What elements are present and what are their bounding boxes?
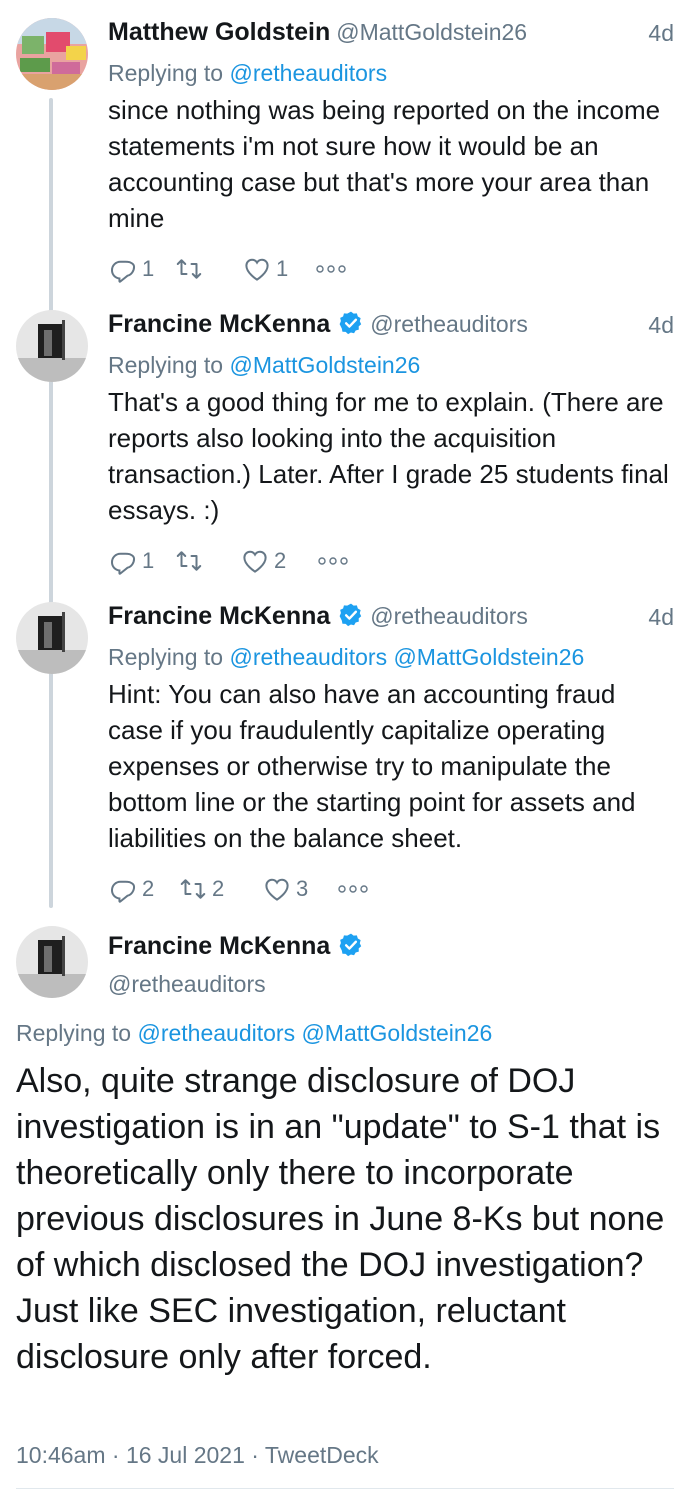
verified-badge-icon [339, 311, 362, 335]
tweet-actions: 1 1 [108, 254, 674, 288]
author-name[interactable]: Francine McKenna [108, 310, 330, 338]
retweet-icon [176, 259, 202, 279]
tweet-text: Also, quite strange disclosure of DOJ in… [16, 1062, 665, 1376]
mention-link[interactable]: @retheauditors [229, 60, 387, 86]
tweet-timestamp[interactable]: 10:46am · 16 Jul 2021 · TweetDeck [16, 1442, 379, 1469]
reply-tweet[interactable]: Francine McKenna @retheauditors 4d Replyi… [0, 602, 688, 912]
reply-count: 1 [142, 256, 155, 281]
tweet-text: Hint: You can also have an accounting fr… [108, 679, 636, 853]
reply-count: 1 [142, 548, 155, 573]
retweet-button[interactable] [174, 546, 208, 576]
tweet-time[interactable]: 4d [648, 604, 674, 631]
more-icon [338, 885, 368, 893]
tweet-text: since nothing was being reported on the … [108, 95, 661, 233]
verified-badge-icon [339, 603, 362, 627]
more-button[interactable] [336, 882, 370, 896]
tweet-text: That's a good thing for me to explain. (… [108, 387, 669, 525]
replying-to: Replying to @retheauditors @MattGoldstei… [16, 1020, 492, 1047]
reply-button[interactable]: 1 [108, 546, 154, 576]
like-count: 2 [274, 548, 287, 573]
like-icon [245, 258, 269, 281]
avatar[interactable] [16, 310, 88, 382]
avatar[interactable] [16, 18, 88, 90]
retweet-icon [180, 879, 206, 899]
like-button[interactable]: 3 [262, 874, 308, 904]
tweet-time[interactable]: 4d [648, 312, 674, 339]
replying-label: Replying to [108, 352, 224, 378]
reply-tweet[interactable]: Francine McKenna @retheauditors 4d Replyi… [0, 310, 688, 590]
author-name[interactable]: Francine McKenna [108, 602, 330, 630]
avatar[interactable] [16, 602, 88, 674]
like-icon [265, 878, 289, 901]
replying-label: Replying to [108, 60, 224, 86]
author-name[interactable]: Matthew Goldstein [108, 18, 330, 46]
reply-icon [110, 260, 136, 283]
replying-label: Replying to [16, 1020, 132, 1046]
author-handle[interactable]: @retheauditors [370, 311, 528, 337]
like-count: 3 [296, 876, 309, 901]
author-name[interactable]: Francine McKenna [108, 932, 330, 960]
replying-to: Replying to @retheauditors @MattGoldstei… [108, 640, 674, 674]
mention-link[interactable]: @retheauditors @MattGoldstein26 [137, 1020, 492, 1046]
main-tweet[interactable]: Francine McKenna @retheauditors Replying… [0, 926, 688, 1486]
more-button[interactable] [316, 554, 350, 568]
mention-link[interactable]: @retheauditors @MattGoldstein26 [229, 644, 584, 670]
tweet-time[interactable]: 4d [648, 20, 674, 47]
retweet-button[interactable]: 2 [178, 874, 224, 904]
like-icon [243, 550, 267, 573]
reply-icon [110, 552, 136, 575]
reply-tweet[interactable]: Matthew Goldstein @MattGoldstein26 4d Rep… [0, 18, 688, 298]
avatar[interactable] [16, 926, 88, 998]
replying-to: Replying to @retheauditors [108, 56, 674, 90]
retweet-count: 2 [212, 876, 225, 901]
reply-button[interactable]: 2 [108, 874, 154, 904]
like-button[interactable]: 1 [242, 254, 288, 284]
retweet-button[interactable] [174, 254, 208, 284]
author-handle[interactable]: @retheauditors [370, 603, 528, 629]
tweet-actions: 1 2 [108, 546, 674, 580]
mention-link[interactable]: @MattGoldstein26 [229, 352, 420, 378]
author-handle[interactable]: @retheauditors [108, 971, 674, 998]
reply-count: 2 [142, 876, 155, 901]
more-icon [316, 265, 346, 273]
tweet-actions: 2 2 3 [108, 874, 674, 908]
divider [16, 1488, 674, 1489]
like-count: 1 [276, 256, 289, 281]
author-handle[interactable]: @MattGoldstein26 [336, 19, 527, 45]
like-button[interactable]: 2 [240, 546, 286, 576]
replying-label: Replying to [108, 644, 224, 670]
reply-icon [110, 880, 136, 903]
verified-badge-icon [339, 933, 362, 957]
more-icon [318, 557, 348, 565]
reply-button[interactable]: 1 [108, 254, 154, 284]
retweet-icon [176, 551, 202, 571]
replying-to: Replying to @MattGoldstein26 [108, 348, 674, 382]
more-button[interactable] [314, 262, 348, 276]
